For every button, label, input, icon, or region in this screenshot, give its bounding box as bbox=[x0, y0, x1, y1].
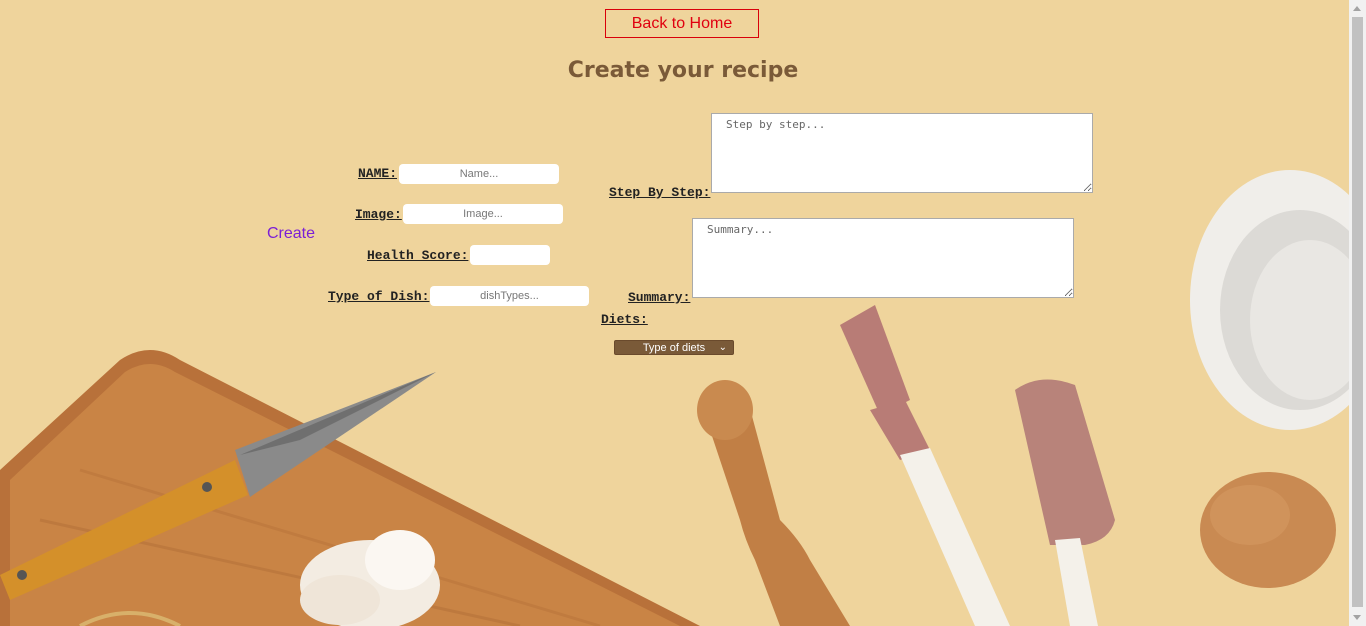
back-to-home-button[interactable]: Back to Home bbox=[605, 9, 759, 38]
vertical-scrollbar[interactable] bbox=[1349, 0, 1366, 626]
diets-label: Diets: bbox=[601, 312, 648, 327]
steps-textarea[interactable] bbox=[711, 113, 1093, 193]
scroll-down-icon[interactable] bbox=[1353, 615, 1361, 620]
image-input[interactable] bbox=[403, 204, 563, 224]
health-score-label: Health Score: bbox=[367, 248, 469, 263]
health-score-input[interactable] bbox=[470, 245, 550, 265]
kitchen-background-image bbox=[0, 0, 1366, 626]
scroll-up-icon[interactable] bbox=[1353, 6, 1361, 11]
page-title: Create your recipe bbox=[567, 58, 799, 83]
egg-icon bbox=[1200, 472, 1336, 588]
dish-type-label: Type of Dish: bbox=[328, 289, 430, 304]
create-submit-link[interactable]: Create bbox=[267, 225, 315, 243]
scrollbar-thumb[interactable] bbox=[1352, 17, 1363, 607]
steps-label: Step By Step: bbox=[609, 185, 711, 200]
name-input[interactable] bbox=[399, 164, 559, 184]
diets-select-value: Type of diets bbox=[642, 341, 706, 354]
chevron-down-icon: ⌄ bbox=[718, 342, 727, 353]
summary-label: Summary: bbox=[628, 290, 691, 305]
name-label: NAME: bbox=[358, 166, 398, 181]
summary-textarea[interactable] bbox=[692, 218, 1074, 298]
diets-select[interactable]: Type of diets ⌄ bbox=[614, 340, 734, 355]
image-label: Image: bbox=[355, 207, 402, 222]
dish-type-input[interactable] bbox=[430, 286, 589, 306]
